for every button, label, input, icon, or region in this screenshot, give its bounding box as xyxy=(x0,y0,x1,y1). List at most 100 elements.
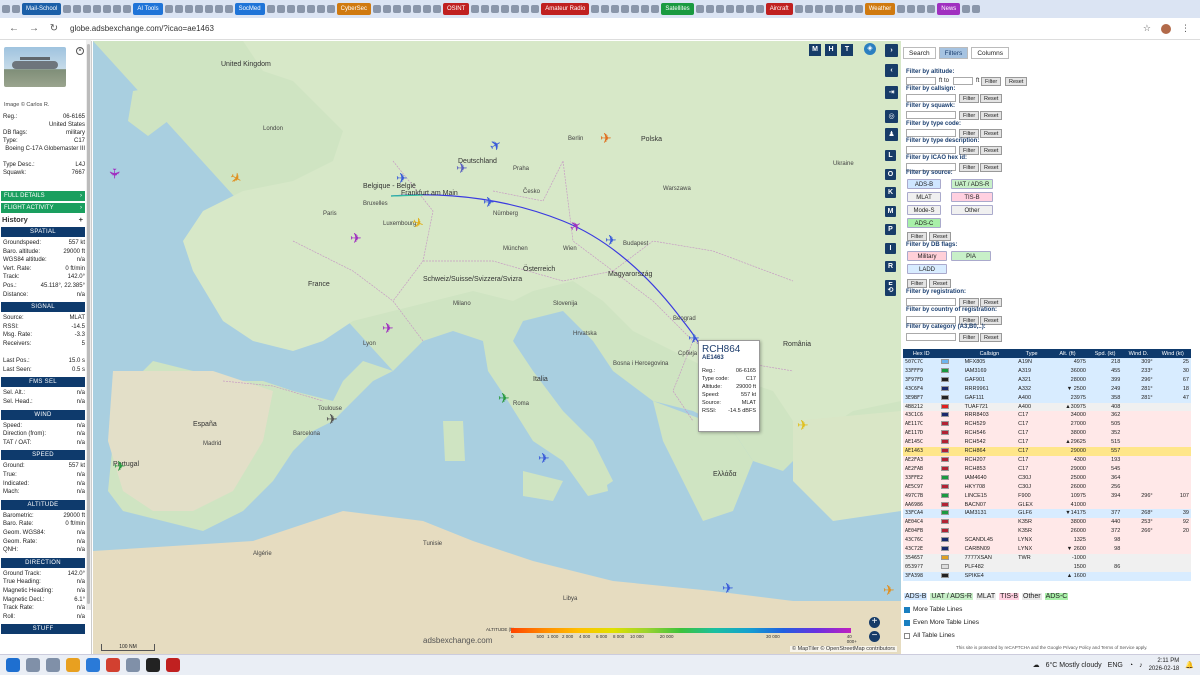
notification-icon[interactable]: 🔔 xyxy=(1185,661,1194,669)
source-toggle[interactable]: Mode-S xyxy=(907,205,941,215)
table-row[interactable]: 43C72E CARBN09 LYNX ▼ 2600 98 xyxy=(903,545,1191,554)
bookmark-folder[interactable]: SocMed xyxy=(234,3,265,15)
reset-button[interactable]: Reset xyxy=(980,94,1003,104)
aircraft-icon[interactable]: ✈ xyxy=(114,458,126,475)
bookmark-icon[interactable] xyxy=(725,5,734,13)
bookmark-folder[interactable]: OSINT xyxy=(442,3,470,15)
bookmark-icon[interactable] xyxy=(897,5,906,13)
terminal-icon[interactable] xyxy=(146,658,160,672)
bookmark-icon[interactable] xyxy=(601,5,610,13)
full-details-button[interactable]: FULL DETAILS › xyxy=(1,191,85,201)
aircraft-icon[interactable]: ✈ xyxy=(605,232,617,249)
layers-icon[interactable]: ◈ xyxy=(864,43,876,55)
bookmark-icon[interactable] xyxy=(316,5,325,13)
edge-icon[interactable] xyxy=(86,658,100,672)
map-toggle-i-button[interactable]: I xyxy=(885,242,896,254)
bookmark-icon[interactable] xyxy=(392,5,401,13)
bookmark-folder[interactable]: Weather xyxy=(864,3,896,15)
bookmark-icon[interactable] xyxy=(422,5,431,13)
source-toggle[interactable]: TIS-B xyxy=(951,192,993,202)
weather-text[interactable]: 6°C Mostly cloudy xyxy=(1046,662,1102,669)
bookmark-icon[interactable] xyxy=(372,5,381,13)
table-row[interactable]: 354657 7777XSAN TWR -1000 xyxy=(903,553,1191,563)
column-header[interactable] xyxy=(939,349,963,358)
map-mode-t-button[interactable]: T xyxy=(841,44,853,56)
table-row[interactable]: 33FFE2 IAM4640 C30J 25000 364 xyxy=(903,473,1191,483)
reset-button[interactable]: Reset xyxy=(929,232,952,241)
tab-search[interactable]: Search xyxy=(903,47,936,59)
volume-icon[interactable]: ♪ xyxy=(1139,662,1143,669)
table-row[interactable]: 3FA398 SPIKE4 ▲ 1600 xyxy=(903,571,1191,581)
bookmark-icon[interactable] xyxy=(715,5,724,13)
checkbox[interactable] xyxy=(904,632,910,639)
map-toggle-l-button[interactable]: L xyxy=(885,150,896,161)
table-row[interactable]: 33FCA4 IAM3131 GLF6 ▼14175 377 268° 39 xyxy=(903,509,1191,519)
reset-button[interactable]: Reset xyxy=(980,333,1003,342)
search-icon[interactable] xyxy=(26,658,40,672)
map-attribution[interactable]: © MapTiler © OpenStreetMap contributors xyxy=(790,646,897,652)
bookmark-icon[interactable] xyxy=(491,5,500,13)
bookmark-folder[interactable]: Amateur Radio xyxy=(541,3,590,15)
rotate-icon[interactable]: ⟲ xyxy=(885,285,896,296)
radar-icon[interactable]: ◎ xyxy=(885,110,898,123)
bookmark-icon[interactable] xyxy=(735,5,744,13)
aircraft-icon[interactable]: ✈ xyxy=(498,390,510,407)
map-mode-h-button[interactable]: H xyxy=(825,44,837,56)
table-row[interactable]: 0539?7 PLF482 1500 86 xyxy=(903,562,1191,572)
bookmark-icon[interactable] xyxy=(93,5,102,13)
bookmark-icon[interactable] xyxy=(501,5,510,13)
bookmark-icon[interactable] xyxy=(927,5,936,13)
language-indicator[interactable]: ENG xyxy=(1108,662,1123,669)
aircraft-popup[interactable]: RCH864 AE1463 Reg.: 06-6165 Type code: C17 A… xyxy=(698,340,760,432)
bookmark-icon[interactable] xyxy=(641,5,650,13)
history-toggle[interactable]: History + xyxy=(1,215,85,225)
map[interactable]: United Kingdom Deutschland Belgique - Belg… xyxy=(93,41,901,654)
people-icon[interactable]: ♟ xyxy=(885,128,898,141)
source-toggle[interactable]: ADS-C xyxy=(907,218,941,228)
aircraft-icon[interactable]: ✈ xyxy=(722,580,734,597)
bookmark-icon[interactable] xyxy=(296,5,305,13)
bookmark-icon[interactable] xyxy=(591,5,600,13)
bookmark-icon[interactable] xyxy=(382,5,391,13)
table-row[interactable]: AE5C97 HKY708 C30J 26000 256 xyxy=(903,482,1191,492)
filter-button[interactable]: Filter xyxy=(959,333,980,342)
table-row[interactable]: AE04FB K35R 26000 372 266° 20 xyxy=(903,527,1191,537)
bookmark-icon[interactable] xyxy=(917,5,926,13)
bookmark-icon[interactable] xyxy=(907,5,916,13)
filezilla-icon[interactable] xyxy=(166,658,180,672)
bookmark-icon[interactable] xyxy=(814,5,823,13)
table-row[interactable]: AE04C4 K35R 38000 440 253° 92 xyxy=(903,518,1191,528)
table-row[interactable]: AE2FAB RCH853 C17 29000 545 xyxy=(903,464,1191,474)
filter-button[interactable]: Filter xyxy=(907,279,928,288)
table-lines-option[interactable]: Even More Table Lines xyxy=(904,619,979,626)
plus-icon[interactable]: + xyxy=(79,215,83,225)
filter-input[interactable] xyxy=(906,145,956,154)
bookmark-icon[interactable] xyxy=(103,5,112,13)
column-header[interactable]: Type xyxy=(1016,349,1048,358)
filter-input[interactable] xyxy=(906,316,956,324)
source-toggle[interactable]: UAT / ADS-R xyxy=(951,179,993,189)
bookmark-icon[interactable] xyxy=(113,5,122,13)
expand-sidebar-button[interactable]: › xyxy=(885,44,898,57)
aircraft-icon[interactable]: ✈ xyxy=(538,450,550,467)
file-explorer-icon[interactable] xyxy=(66,658,80,672)
bookmark-icon[interactable] xyxy=(276,5,285,13)
bookmark-icon[interactable] xyxy=(286,5,295,13)
url-field[interactable]: globe.adsbexchange.com/?icao=ae1463 xyxy=(70,24,214,33)
reset-button[interactable]: Reset xyxy=(980,163,1003,172)
filter-button[interactable]: Filter xyxy=(959,163,980,172)
bookmark-folder[interactable]: CyberSec xyxy=(336,3,371,15)
bookmark-icon[interactable] xyxy=(705,5,714,13)
bookmark-icon[interactable] xyxy=(83,5,92,13)
filter-button[interactable]: Filter xyxy=(981,77,1002,86)
bookmark-icon[interactable] xyxy=(854,5,863,13)
aircraft-icon[interactable]: ✈ xyxy=(105,168,122,180)
clock[interactable]: 2:11 PM 2026-02-18 xyxy=(1149,657,1180,673)
altitude-min-input[interactable] xyxy=(906,77,936,85)
table-row[interactable]: 43C6F4 RRR9961 A332 ▼ 2500 249 281° 18 xyxy=(903,384,1191,394)
filter-button[interactable]: Filter xyxy=(907,232,928,241)
filter-button[interactable]: Filter xyxy=(959,298,980,307)
reload-button[interactable]: ↻ xyxy=(48,23,60,34)
bookmark-folder[interactable]: Satellites xyxy=(661,3,694,15)
map-mode-m-button[interactable]: M xyxy=(809,44,821,56)
